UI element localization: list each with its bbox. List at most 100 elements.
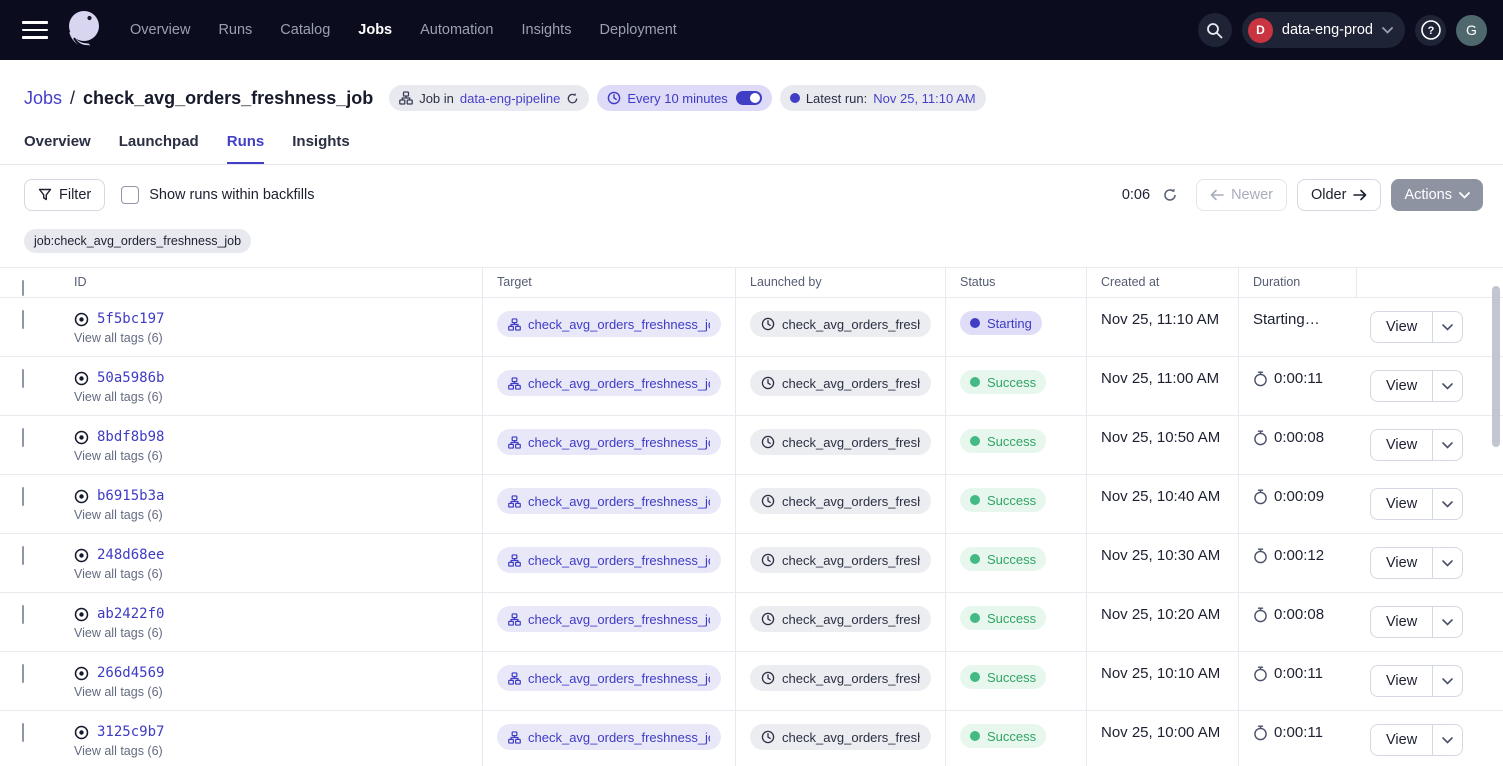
nav-item-catalog[interactable]: Catalog	[280, 22, 330, 38]
run-id-link[interactable]: 248d68ee	[97, 547, 164, 563]
actions-button[interactable]: Actions	[1391, 179, 1483, 211]
tab-insights[interactable]: Insights	[292, 133, 350, 164]
search-button[interactable]	[1198, 13, 1232, 47]
run-id-link[interactable]: ab2422f0	[97, 606, 164, 622]
view-button[interactable]: View	[1371, 371, 1432, 401]
reload-icon[interactable]	[566, 92, 579, 105]
view-all-tags-link[interactable]: View all tags (6)	[74, 685, 468, 699]
clock-icon	[761, 553, 775, 567]
launched-by-chip[interactable]: check_avg_orders_freshn…	[750, 606, 931, 632]
row-checkbox[interactable]	[22, 723, 24, 742]
job-filter-tag[interactable]: job:check_avg_orders_freshness_job	[24, 229, 251, 253]
view-button[interactable]: View	[1371, 430, 1432, 460]
backfills-checkbox[interactable]	[121, 186, 139, 204]
target-chip[interactable]: check_avg_orders_freshness_job	[497, 606, 721, 632]
target-cell: check_avg_orders_freshness_job	[482, 357, 735, 415]
duration-cell: 0:00:08	[1238, 416, 1356, 474]
view-all-tags-link[interactable]: View all tags (6)	[74, 567, 468, 581]
view-split-button: View	[1370, 488, 1463, 520]
job-location-link[interactable]: data-eng-pipeline	[460, 91, 560, 106]
backfills-checkbox-label[interactable]: Show runs within backfills	[149, 187, 314, 203]
nav-item-overview[interactable]: Overview	[130, 22, 190, 38]
arrow-right-icon	[1353, 189, 1367, 201]
run-target-icon	[74, 312, 89, 327]
status-cell: Success	[945, 416, 1086, 474]
run-id-link[interactable]: 5f5bc197	[97, 311, 164, 327]
row-checkbox[interactable]	[22, 546, 24, 565]
run-id-link[interactable]: 3125c9b7	[97, 724, 164, 740]
row-checkbox[interactable]	[22, 310, 24, 329]
view-button[interactable]: View	[1371, 725, 1432, 755]
hamburger-menu-icon[interactable]	[22, 21, 48, 39]
latest-run-link[interactable]: Nov 25, 11:10 AM	[873, 91, 975, 106]
schedule-toggle[interactable]	[736, 91, 762, 105]
user-avatar[interactable]: G	[1456, 15, 1487, 46]
run-id-link[interactable]: 8bdf8b98	[97, 429, 164, 445]
tab-overview[interactable]: Overview	[24, 133, 91, 164]
launched-by-chip[interactable]: check_avg_orders_freshn…	[750, 547, 931, 573]
newer-button[interactable]: Newer	[1196, 179, 1287, 211]
view-all-tags-link[interactable]: View all tags (6)	[74, 508, 468, 522]
view-dropdown-button[interactable]	[1432, 371, 1462, 401]
row-checkbox[interactable]	[22, 605, 24, 624]
row-checkbox[interactable]	[22, 369, 24, 388]
view-all-tags-link[interactable]: View all tags (6)	[74, 744, 468, 758]
help-button[interactable]: ?	[1415, 15, 1446, 46]
nav-item-insights[interactable]: Insights	[521, 22, 571, 38]
view-button[interactable]: View	[1371, 489, 1432, 519]
launched-by-chip[interactable]: check_avg_orders_freshn…	[750, 429, 931, 455]
tab-runs[interactable]: Runs	[227, 133, 265, 164]
breadcrumb-jobs-link[interactable]: Jobs	[24, 88, 62, 109]
workspace-switcher[interactable]: D data-eng-prod	[1242, 12, 1405, 48]
row-checkbox[interactable]	[22, 664, 24, 683]
status-dot	[970, 495, 980, 505]
target-chip[interactable]: check_avg_orders_freshness_job	[497, 724, 721, 750]
launched-by-chip[interactable]: check_avg_orders_freshn…	[750, 665, 931, 691]
view-dropdown-button[interactable]	[1432, 489, 1462, 519]
target-chip[interactable]: check_avg_orders_freshness_job	[497, 665, 721, 691]
view-dropdown-button[interactable]	[1432, 430, 1462, 460]
vertical-scrollbar[interactable]	[1489, 268, 1503, 766]
nav-item-jobs[interactable]: Jobs	[358, 22, 392, 38]
launched-by-chip[interactable]: check_avg_orders_freshn…	[750, 724, 931, 750]
view-dropdown-button[interactable]	[1432, 548, 1462, 578]
launched-by-chip[interactable]: check_avg_orders_freshn…	[750, 311, 931, 337]
launched-by-chip[interactable]: check_avg_orders_freshn…	[750, 488, 931, 514]
view-dropdown-button[interactable]	[1432, 725, 1462, 755]
view-all-tags-link[interactable]: View all tags (6)	[74, 331, 468, 345]
nav-item-deployment[interactable]: Deployment	[599, 22, 676, 38]
view-button[interactable]: View	[1371, 312, 1432, 342]
view-dropdown-button[interactable]	[1432, 666, 1462, 696]
row-checkbox[interactable]	[22, 428, 24, 447]
view-all-tags-link[interactable]: View all tags (6)	[74, 626, 468, 640]
target-cell: check_avg_orders_freshness_job	[482, 652, 735, 710]
run-id-link[interactable]: 50a5986b	[97, 370, 164, 386]
launched-by-chip[interactable]: check_avg_orders_freshn…	[750, 370, 931, 396]
target-chip[interactable]: check_avg_orders_freshness_job	[497, 311, 721, 337]
view-dropdown-button[interactable]	[1432, 607, 1462, 637]
dagster-logo-icon[interactable]	[62, 7, 104, 53]
filter-button[interactable]: Filter	[24, 179, 105, 211]
tab-launchpad[interactable]: Launchpad	[119, 133, 199, 164]
run-id-link[interactable]: 266d4569	[97, 665, 164, 681]
view-button[interactable]: View	[1371, 607, 1432, 637]
select-all-checkbox[interactable]	[22, 280, 24, 296]
view-all-tags-link[interactable]: View all tags (6)	[74, 390, 468, 404]
target-chip[interactable]: check_avg_orders_freshness_job	[497, 429, 721, 455]
run-id-link[interactable]: b6915b3a	[97, 488, 164, 504]
run-target-icon	[74, 371, 89, 386]
view-dropdown-button[interactable]	[1432, 312, 1462, 342]
refresh-icon[interactable]	[1162, 187, 1178, 203]
target-chip[interactable]: check_avg_orders_freshness_job	[497, 370, 721, 396]
view-button[interactable]: View	[1371, 548, 1432, 578]
target-chip[interactable]: check_avg_orders_freshness_job	[497, 547, 721, 573]
view-all-tags-link[interactable]: View all tags (6)	[74, 449, 468, 463]
row-checkbox[interactable]	[22, 487, 24, 506]
table-row: b6915b3a View all tags (6) check_avg_ord…	[0, 475, 1503, 534]
older-button[interactable]: Older	[1297, 179, 1381, 211]
nav-item-runs[interactable]: Runs	[218, 22, 252, 38]
target-chip[interactable]: check_avg_orders_freshness_job	[497, 488, 721, 514]
view-button[interactable]: View	[1371, 666, 1432, 696]
scrollbar-thumb[interactable]	[1492, 286, 1500, 447]
nav-item-automation[interactable]: Automation	[420, 22, 493, 38]
